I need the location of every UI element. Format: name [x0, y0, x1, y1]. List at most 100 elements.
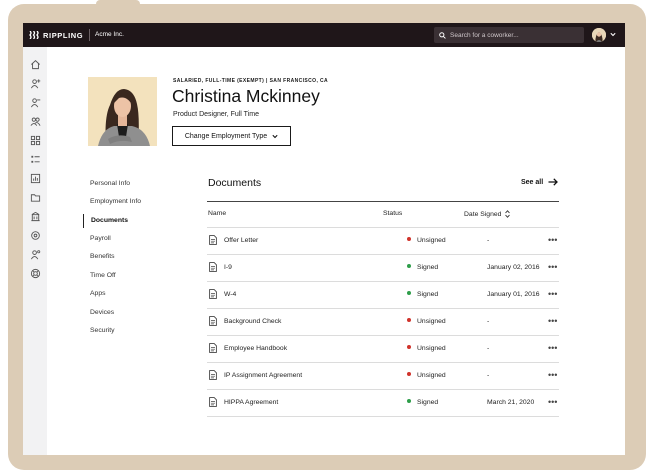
chevron-down-icon: [272, 134, 278, 138]
document-status: Signed: [407, 281, 438, 308]
coworker-search[interactable]: [434, 27, 584, 43]
document-status: Signed: [407, 389, 438, 416]
add-person-icon[interactable]: [29, 77, 41, 89]
nav-item-employment-info[interactable]: Employment Info: [83, 195, 173, 209]
document-name[interactable]: Employee Handbook: [224, 335, 287, 362]
employee-portrait: [88, 77, 157, 146]
company-name[interactable]: Acme Inc.: [95, 23, 124, 47]
nav-item-documents[interactable]: Documents: [83, 214, 173, 228]
status-label: Unsigned: [417, 318, 446, 325]
top-bar: RIPPLING Acme Inc.: [23, 23, 625, 47]
table-row[interactable]: Employee Handbook Unsigned - •••: [207, 335, 559, 362]
date-signed: -: [487, 237, 490, 244]
person-settings-icon[interactable]: [29, 248, 41, 260]
user-avatar[interactable]: [592, 28, 606, 42]
document-status: Signed: [407, 254, 438, 281]
table-row[interactable]: W-4 Signed January 01, 2016 •••: [207, 281, 559, 308]
document-name[interactable]: Background Check: [224, 308, 281, 335]
status-label: Signed: [417, 291, 439, 298]
folder-icon[interactable]: [29, 191, 41, 203]
nav-item-apps[interactable]: Apps: [83, 287, 173, 301]
status-label: Signed: [417, 264, 439, 271]
nav-item-personal-info[interactable]: Personal Info: [83, 177, 173, 191]
more-options-icon[interactable]: •••: [548, 389, 557, 416]
status-dot: [407, 264, 411, 269]
document-status: Unsigned: [407, 308, 446, 335]
status-dot: [407, 237, 411, 242]
document-name[interactable]: W-4: [224, 281, 236, 308]
table-row[interactable]: HIPPA Agreement Signed March 21, 2020 •••: [207, 389, 559, 416]
nav-item-devices[interactable]: Devices: [83, 306, 173, 320]
change-employment-type-button[interactable]: Change Employment Type: [172, 126, 291, 146]
avatar-image: [592, 28, 606, 42]
date-signed: -: [487, 372, 490, 379]
employee-role: Product Designer, Full Time: [173, 111, 259, 118]
document-icon: [209, 343, 217, 353]
documents-title: Documents: [208, 177, 262, 189]
document-name[interactable]: I-9: [224, 254, 232, 281]
employee-name: Christina Mckinney: [172, 86, 320, 106]
search-icon: [439, 31, 446, 39]
support-icon[interactable]: [29, 267, 41, 279]
remove-person-icon[interactable]: [29, 96, 41, 108]
people-icon[interactable]: [29, 115, 41, 127]
document-icon: [209, 370, 217, 380]
more-options-icon[interactable]: •••: [548, 335, 557, 362]
frame-notch: [96, 0, 140, 8]
more-options-icon[interactable]: •••: [548, 362, 557, 389]
status-dot: [407, 399, 411, 404]
more-options-icon[interactable]: •••: [548, 308, 557, 335]
logo-text: RIPPLING: [43, 30, 84, 40]
status-dot: [407, 345, 411, 350]
nav-item-security[interactable]: Security: [83, 324, 173, 338]
search-input[interactable]: [450, 31, 570, 39]
rippling-logo[interactable]: RIPPLING: [29, 23, 83, 47]
chevron-down-icon[interactable]: [610, 32, 616, 37]
table-row[interactable]: IP Assignment Agreement Unsigned - •••: [207, 362, 559, 389]
sort-icon: [505, 210, 511, 218]
more-options-icon[interactable]: •••: [548, 281, 557, 308]
apps-grid-icon[interactable]: [29, 134, 41, 146]
nav-item-time-off[interactable]: Time Off: [83, 269, 173, 283]
document-name[interactable]: Offer Letter: [224, 227, 258, 254]
column-header-status: Status: [383, 210, 403, 217]
status-dot: [407, 372, 411, 377]
date-signed: January 01, 2016: [487, 291, 540, 298]
nav-item-benefits[interactable]: Benefits: [83, 250, 173, 264]
see-all-label: See all: [521, 178, 544, 186]
more-options-icon[interactable]: •••: [548, 254, 557, 281]
date-signed: -: [487, 318, 490, 325]
document-icon: [209, 316, 217, 326]
column-header-date-signed[interactable]: Date Signed: [464, 210, 511, 218]
document-status: Unsigned: [407, 362, 446, 389]
table-row[interactable]: I-9 Signed January 02, 2016 •••: [207, 254, 559, 281]
table-row[interactable]: Offer Letter Unsigned - •••: [207, 227, 559, 254]
document-icon: [209, 235, 217, 245]
building-icon[interactable]: [29, 210, 41, 222]
row-divider: [207, 416, 559, 417]
date-signed: January 02, 2016: [487, 264, 540, 271]
status-label: Unsigned: [417, 345, 446, 352]
app-window: RIPPLING Acme Inc. Search for a coworker…: [23, 23, 625, 455]
date-signed-label: Date Signed: [464, 210, 502, 218]
document-icon: [209, 289, 217, 299]
status-label: Signed: [417, 399, 439, 406]
chart-icon[interactable]: [29, 172, 41, 184]
change-employment-type-label: Change Employment Type: [184, 132, 268, 140]
documents-divider: [207, 201, 559, 202]
document-name[interactable]: IP Assignment Agreement: [224, 362, 302, 389]
more-options-icon[interactable]: •••: [548, 227, 557, 254]
see-all-link[interactable]: See all: [521, 178, 559, 186]
table-row[interactable]: Background Check Unsigned - •••: [207, 308, 559, 335]
document-name[interactable]: HIPPA Agreement: [224, 389, 278, 416]
list-icon[interactable]: [29, 153, 41, 165]
nav-item-payroll[interactable]: Payroll: [83, 232, 173, 246]
left-rail: [23, 47, 47, 455]
date-signed: March 21, 2020: [487, 399, 535, 406]
home-icon[interactable]: [29, 58, 41, 70]
employment-meta: Salaried, Full-Time (Exempt) | San Franc…: [173, 78, 329, 84]
date-signed: -: [487, 345, 490, 352]
profile-photo: [88, 77, 157, 146]
status-label: Unsigned: [417, 372, 446, 379]
settings-icon[interactable]: [29, 229, 41, 241]
